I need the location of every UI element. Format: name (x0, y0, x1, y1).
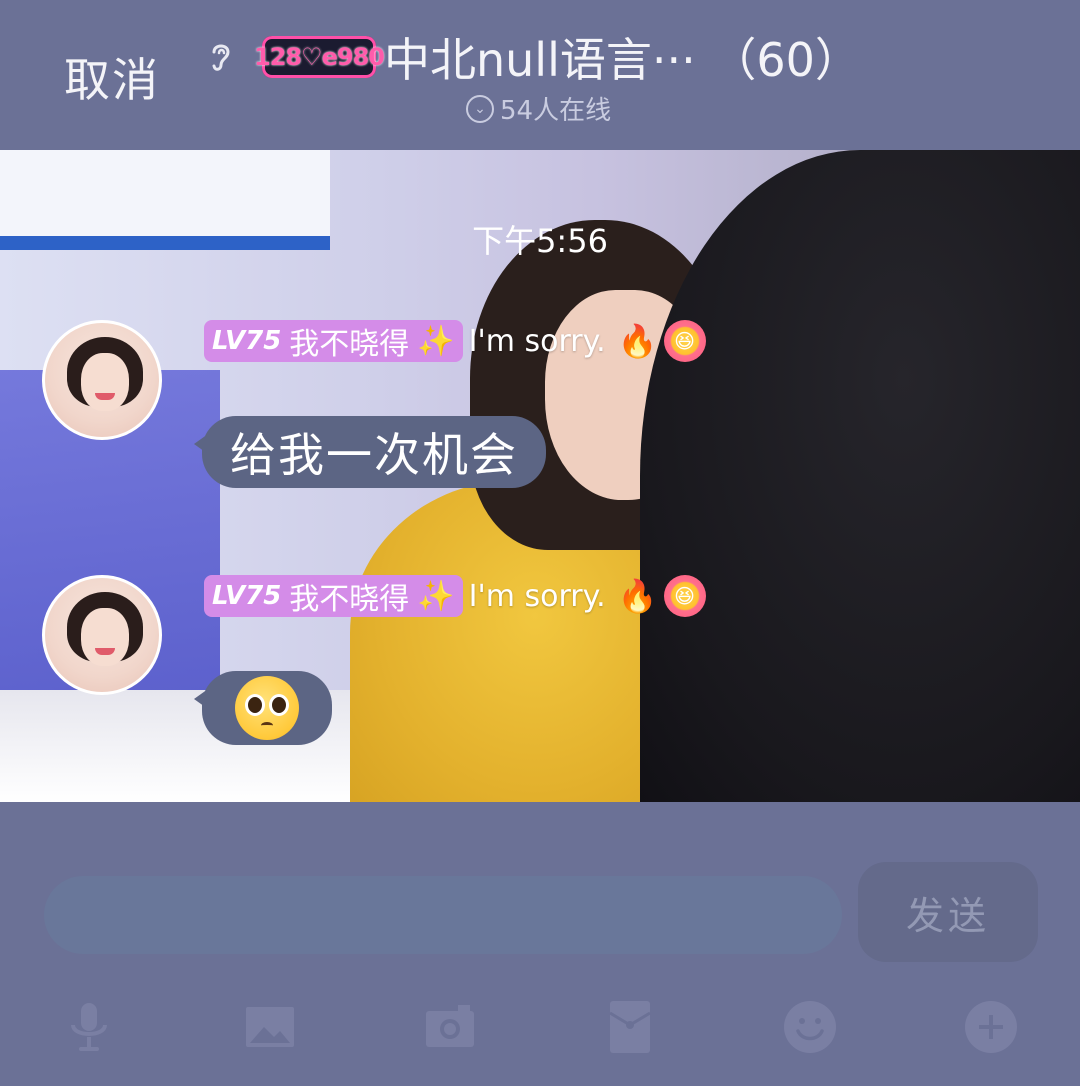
member-title: 我不晓得 (289, 582, 410, 617)
send-button[interactable]: 发送 (858, 862, 1038, 962)
chevron-down-icon: ⌄ (466, 94, 494, 123)
online-count: 54人在线 (500, 96, 612, 126)
emoji-icon[interactable] (775, 992, 845, 1062)
fire-icon: 🔥 (617, 577, 658, 615)
sender-line[interactable]: LV75 我不晓得 ✨ I'm sorry. 🔥 😆 (204, 320, 706, 362)
avatar[interactable] (42, 575, 162, 695)
sender-signature: I'm sorry. (468, 323, 606, 359)
pleading-face-icon (235, 676, 299, 740)
image-icon[interactable] (235, 992, 305, 1062)
chat-header: 取消 128♡e980 中北null语言··· （60） ⌄ 54人在线 (0, 0, 1080, 150)
camera-icon[interactable] (415, 992, 485, 1062)
group-logo: 128♡e980 (254, 36, 385, 78)
sticker-bubble[interactable] (194, 671, 332, 745)
message-input[interactable] (44, 876, 842, 954)
microphone-icon[interactable] (54, 992, 124, 1062)
avatar[interactable] (42, 320, 162, 440)
level-badge: LV75 我不晓得 ✨ (204, 575, 463, 617)
ear-icon[interactable] (206, 38, 236, 74)
input-toolbar (0, 992, 1080, 1062)
sender-signature: I'm sorry. (468, 578, 606, 614)
level-label: LV75 (212, 581, 282, 611)
online-status[interactable]: ⌄ 54人在线 (466, 90, 611, 127)
fire-icon: 🔥 (617, 322, 658, 360)
group-title[interactable]: 中北null语言··· （60） (384, 24, 861, 90)
level-label: LV75 (212, 326, 282, 356)
sparkles-icon: ✨ (417, 578, 455, 614)
flower-icon: 😆 (663, 320, 706, 362)
input-bar: 发送 (0, 802, 1080, 1086)
cancel-button[interactable]: 取消 (64, 44, 160, 110)
message-bubble[interactable]: 给我一次机会 (194, 416, 546, 488)
level-badge: LV75 我不晓得 ✨ (204, 320, 463, 362)
sparkles-icon: ✨ (417, 323, 455, 359)
flower-icon: 😆 (663, 575, 706, 617)
message-timestamp: 下午5:56 (472, 222, 608, 260)
member-title: 我不晓得 (289, 327, 410, 362)
sender-line[interactable]: LV75 我不晓得 ✨ I'm sorry. 🔥 😆 (204, 575, 706, 617)
chat-area[interactable]: 下午5:56 LV75 我不晓得 ✨ I'm sorry. 🔥 😆 给我一次机会… (0, 150, 1080, 802)
plus-icon[interactable] (956, 992, 1026, 1062)
red-packet-icon[interactable] (595, 992, 665, 1062)
